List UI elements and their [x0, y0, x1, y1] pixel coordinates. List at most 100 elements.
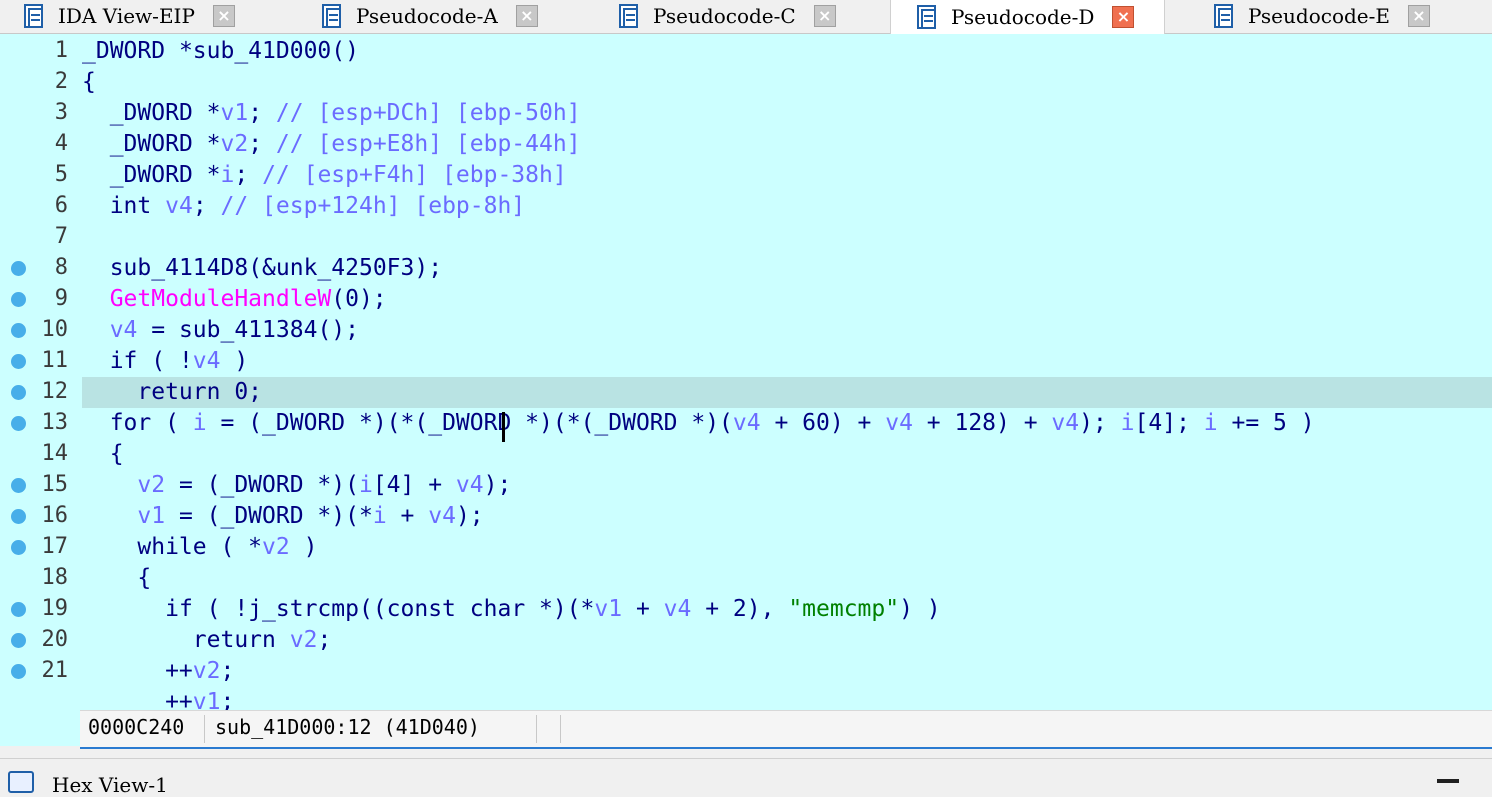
tab-pseudocode-c[interactable]: Pseudocode-C ×: [617, 0, 836, 32]
code-text[interactable]: return v2;: [82, 625, 1492, 656]
code-text[interactable]: if ( !j_strcmp((const char *)(*v1 + v4 +…: [82, 594, 1492, 625]
line-number: 3: [54, 100, 68, 125]
code-text[interactable]: {: [82, 439, 1492, 470]
code-text[interactable]: _DWORD *sub_41D000(): [82, 36, 1492, 67]
code-line[interactable]: 5 _DWORD *i; // [esp+F4h] [ebp-38h]: [0, 160, 1492, 191]
code-line[interactable]: 16 v1 = (_DWORD *)(*i + v4);: [0, 501, 1492, 532]
line-number: 1: [54, 38, 68, 63]
code-text[interactable]: for ( i = (_DWORD *)(*(_DWORD *)(*(_DWOR…: [82, 408, 1492, 439]
code-text[interactable]: sub_4114D8(&unk_4250F3);: [82, 253, 1492, 284]
tab-pseudocode-d[interactable]: Pseudocode-D ×: [890, 0, 1166, 34]
pseudocode-icon: [22, 4, 44, 28]
breakpoint-dot-icon[interactable]: [11, 261, 26, 276]
pseudocode-icon: [617, 4, 639, 28]
code-line[interactable]: 7: [0, 222, 1492, 253]
line-number: 2: [54, 69, 68, 94]
status-location: sub_41D000:12 (41D040): [215, 715, 480, 739]
code-line[interactable]: 20 return v2;: [0, 625, 1492, 656]
code-text[interactable]: ++v1;: [82, 687, 1492, 710]
breakpoint-dot-icon[interactable]: [11, 540, 26, 555]
hex-view-header[interactable]: Hex View-1: [0, 758, 1492, 797]
breakpoint-dot-icon[interactable]: [11, 354, 26, 369]
code-line[interactable]: 14 {: [0, 439, 1492, 470]
close-icon[interactable]: ×: [1407, 5, 1430, 27]
code-line[interactable]: 19 if ( !j_strcmp((const char *)(*v1 + v…: [0, 594, 1492, 625]
code-line[interactable]: 11 if ( !v4 ): [0, 346, 1492, 377]
breakpoint-dot-icon[interactable]: [11, 478, 26, 493]
code-line[interactable]: 9 GetModuleHandleW(0);: [0, 284, 1492, 315]
code-text[interactable]: int v4; // [esp+124h] [ebp-8h]: [82, 191, 1492, 222]
pseudocode-icon: [320, 4, 342, 28]
line-number: 4: [54, 131, 68, 156]
minimize-icon[interactable]: [1437, 779, 1459, 791]
pseudocode-icon: [915, 5, 937, 29]
code-text[interactable]: [82, 222, 1492, 253]
code-text[interactable]: _DWORD *v2; // [esp+E8h] [ebp-44h]: [82, 129, 1492, 160]
breakpoint-dot-icon[interactable]: [11, 292, 26, 307]
code-text[interactable]: while ( *v2 ): [82, 532, 1492, 563]
line-number: 11: [41, 348, 69, 373]
text-caret: [502, 412, 505, 442]
code-text[interactable]: _DWORD *i; // [esp+F4h] [ebp-38h]: [82, 160, 1492, 191]
code-line[interactable]: ++v1;: [0, 687, 1492, 710]
close-icon[interactable]: ×: [515, 5, 538, 27]
code-line[interactable]: 17 while ( *v2 ): [0, 532, 1492, 563]
breakpoint-dot-icon[interactable]: [11, 385, 26, 400]
tab-label: Pseudocode-C: [653, 4, 796, 28]
breakpoint-dot-icon[interactable]: [11, 416, 26, 431]
code-line[interactable]: 3 _DWORD *v1; // [esp+DCh] [ebp-50h]: [0, 98, 1492, 129]
gutter-footer: [0, 710, 80, 746]
code-text[interactable]: ++v2;: [82, 656, 1492, 687]
code-line[interactable]: 1 _DWORD *sub_41D000(): [0, 36, 1492, 67]
line-number: 20: [41, 627, 69, 652]
code-line[interactable]: 15 v2 = (_DWORD *)(i[4] + v4);: [0, 470, 1492, 501]
breakpoint-dot-icon[interactable]: [11, 323, 26, 338]
code-line[interactable]: 10 v4 = sub_411384();: [0, 315, 1492, 346]
breakpoint-dot-icon[interactable]: [11, 633, 26, 648]
code-line[interactable]: 8 sub_4114D8(&unk_4250F3);: [0, 253, 1492, 284]
code-text[interactable]: {: [82, 67, 1492, 98]
breakpoint-dot-icon[interactable]: [11, 509, 26, 524]
code-line[interactable]: 13 for ( i = (_DWORD *)(*(_DWORD *)(*(_D…: [0, 408, 1492, 439]
code-text[interactable]: GetModuleHandleW(0);: [82, 284, 1492, 315]
code-line[interactable]: 6 int v4; // [esp+124h] [ebp-8h]: [0, 191, 1492, 222]
panel-divider: [80, 747, 1492, 749]
tab-pseudocode-a[interactable]: Pseudocode-A ×: [320, 0, 538, 32]
breakpoint-dot-icon[interactable]: [11, 664, 26, 679]
code-line[interactable]: 12 return 0;: [0, 377, 1492, 408]
code-text[interactable]: v1 = (_DWORD *)(*i + v4);: [82, 501, 1492, 532]
line-number: 7: [54, 224, 68, 249]
tab-label: IDA View-EIP: [58, 4, 195, 28]
line-number: 15: [41, 472, 69, 497]
breakpoint-dot-icon[interactable]: [11, 602, 26, 617]
line-number: 5: [54, 162, 68, 187]
code-text[interactable]: if ( !v4 ): [82, 346, 1492, 377]
pseudocode-editor[interactable]: 1 _DWORD *sub_41D000() 2{3 _DWORD *v1; // …: [0, 34, 1492, 710]
code-line[interactable]: 2{: [0, 67, 1492, 98]
close-icon[interactable]: ×: [212, 5, 235, 27]
code-line[interactable]: 18 {: [0, 563, 1492, 594]
line-number: 9: [54, 286, 68, 311]
close-icon[interactable]: ×: [1112, 6, 1135, 28]
code-text[interactable]: return 0;: [82, 377, 1492, 408]
close-icon[interactable]: ×: [813, 5, 836, 27]
code-text[interactable]: v2 = (_DWORD *)(i[4] + v4);: [82, 470, 1492, 501]
line-number: 10: [41, 317, 69, 342]
pseudocode-icon: [1212, 4, 1234, 28]
line-number: 21: [41, 658, 69, 683]
tab-label: Pseudocode-E: [1248, 4, 1390, 28]
code-line[interactable]: 21 ++v2;: [0, 656, 1492, 687]
status-offset: 0000C240: [88, 715, 185, 739]
tab-label: Pseudocode-A: [356, 4, 498, 28]
code-text[interactable]: v4 = sub_411384();: [82, 315, 1492, 346]
hex-view-title: Hex View-1: [52, 773, 168, 797]
code-line[interactable]: 4 _DWORD *v2; // [esp+E8h] [ebp-44h]: [0, 129, 1492, 160]
code-text[interactable]: _DWORD *v1; // [esp+DCh] [ebp-50h]: [82, 98, 1492, 129]
tab-ida-view-eip[interactable]: IDA View-EIP ×: [22, 0, 235, 32]
tab-label: Pseudocode-D: [951, 5, 1095, 29]
tab-pseudocode-e[interactable]: Pseudocode-E ×: [1212, 0, 1430, 32]
status-separator: [560, 715, 561, 743]
code-text[interactable]: {: [82, 563, 1492, 594]
line-number: 18: [41, 565, 69, 590]
tab-bar: IDA View-EIP × Pseudocode-A × Pseudocode…: [0, 0, 1492, 34]
